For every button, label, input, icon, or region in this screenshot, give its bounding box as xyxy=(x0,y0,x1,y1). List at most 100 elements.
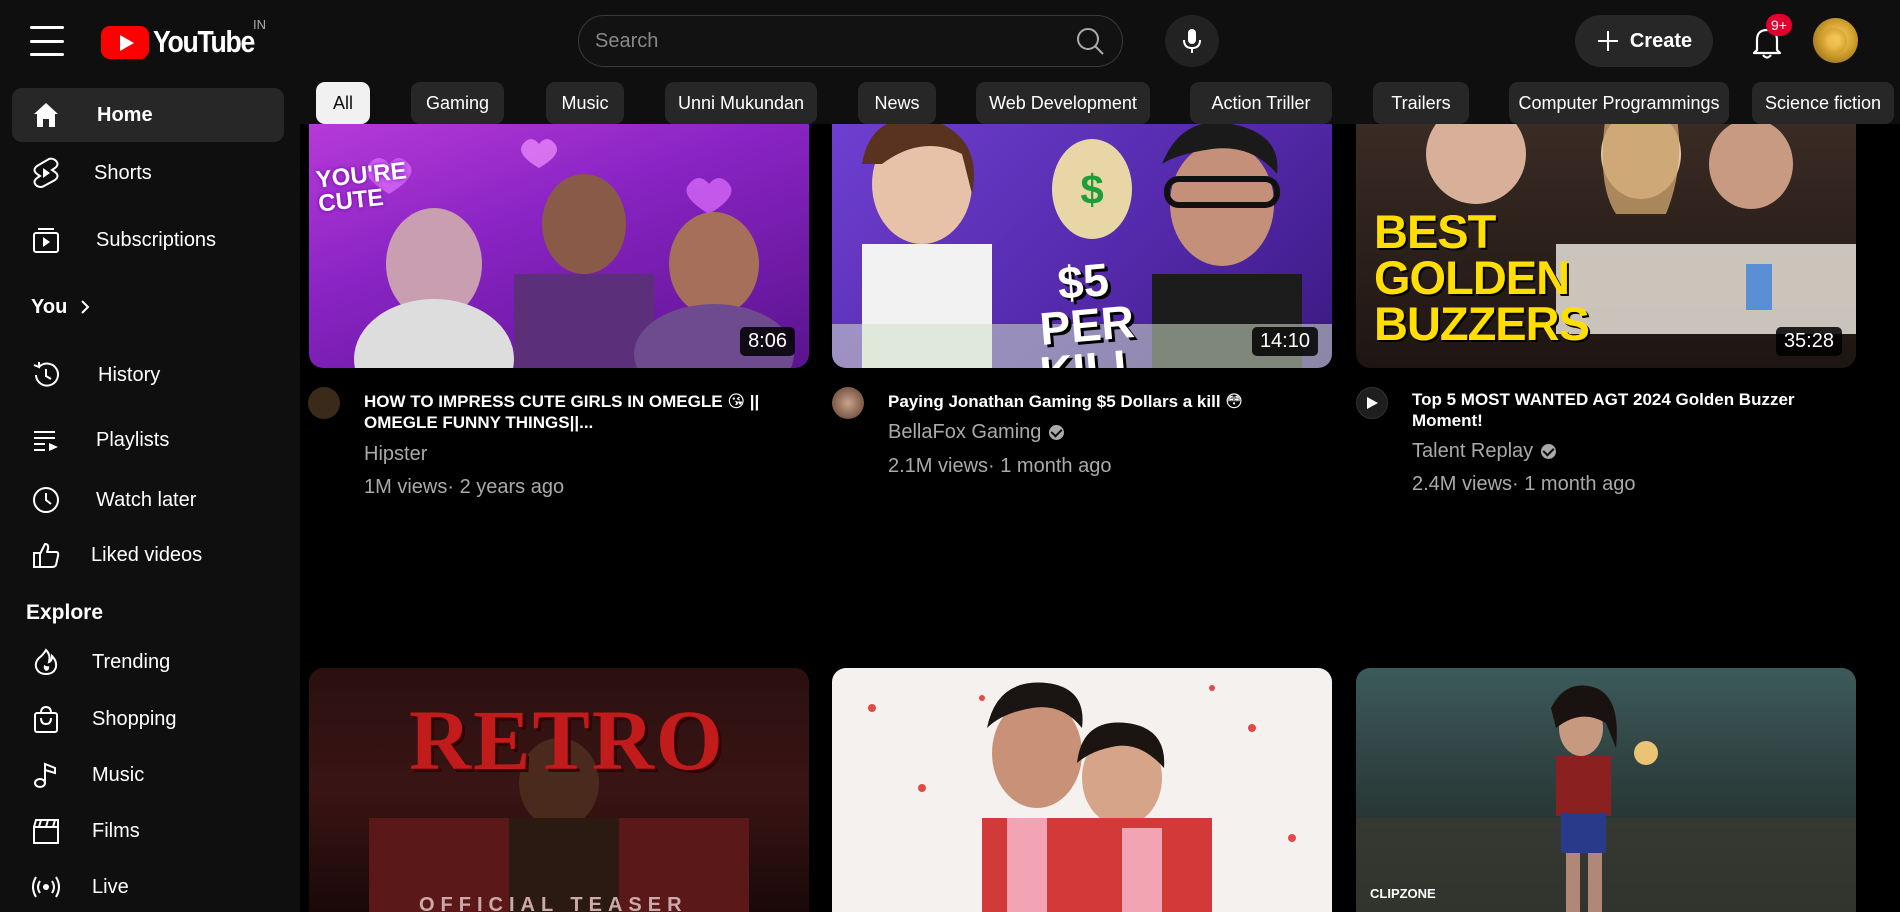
chip-music[interactable]: Music xyxy=(546,82,624,124)
upload-age: 1 month ago xyxy=(1000,455,1112,477)
sidebar-item-label: Subscriptions xyxy=(96,228,217,251)
upload-age: 1 month ago xyxy=(1524,473,1636,495)
channel-name[interactable]: Hipster xyxy=(364,443,427,466)
chip-unni-mukundan[interactable]: Unni Mukundan xyxy=(665,82,817,124)
explore-heading: Explore xyxy=(26,601,104,624)
channel-name[interactable]: Talent Replay xyxy=(1412,440,1557,463)
sidebar-you-header[interactable]: You xyxy=(12,285,132,329)
category-chips-bar: All Gaming Music Unni Mukundan News Web … xyxy=(300,82,1900,124)
sidebar-item-home[interactable]: Home xyxy=(12,88,284,142)
video-duration: 14:10 xyxy=(1251,327,1318,356)
upload-age: 2 years ago xyxy=(459,476,565,498)
sidebar-item-shopping[interactable]: Shopping xyxy=(12,692,284,746)
sidebar-item-liked-videos[interactable]: Liked videos xyxy=(12,528,284,582)
clapperboard-icon xyxy=(30,815,62,847)
sidebar-item-shorts[interactable]: Shorts xyxy=(12,146,284,200)
video-thumbnail[interactable]: BEST GOLDEN BUZZERS 35:28 xyxy=(1356,124,1856,368)
view-count: 2.4M views xyxy=(1412,473,1513,495)
thumbnail-caption: BEST GOLDEN BUZZERS xyxy=(1374,205,1590,350)
top-bar: YouTube IN Create 9+ xyxy=(0,0,1900,82)
video-duration: 35:28 xyxy=(1775,327,1842,356)
video-meta: 2.4M views· 1 month ago xyxy=(1412,473,1636,495)
voice-search-button[interactable] xyxy=(1165,15,1219,67)
trending-icon xyxy=(30,646,62,678)
channel-avatar[interactable] xyxy=(308,387,340,419)
video-thumbnail[interactable]: RETRO OFFICIAL TEASER xyxy=(309,668,809,912)
home-icon xyxy=(30,99,62,131)
sidebar-item-music[interactable]: Music xyxy=(12,748,284,802)
shopping-bag-icon xyxy=(30,703,62,735)
playlists-icon xyxy=(30,424,62,456)
verified-badge-icon xyxy=(1541,444,1557,459)
mic-icon xyxy=(1183,29,1201,53)
subscriptions-icon xyxy=(30,224,62,256)
search-input[interactable] xyxy=(595,29,1074,53)
chip-science-fiction[interactable]: Science fiction xyxy=(1752,82,1894,124)
menu-icon[interactable] xyxy=(30,26,64,56)
thumbnail-caption: $5 PER KILL xyxy=(1037,253,1144,368)
channel-avatar[interactable] xyxy=(832,387,864,419)
chevron-right-icon xyxy=(81,300,90,314)
chip-news[interactable]: News xyxy=(858,82,936,124)
sidebar: Home Shorts Subscriptions You History Pl… xyxy=(0,82,300,912)
channel-name-text: Hipster xyxy=(364,443,428,465)
chip-all[interactable]: All xyxy=(316,82,370,124)
sidebar-item-watch-later[interactable]: Watch later xyxy=(12,473,284,527)
video-thumbnail[interactable] xyxy=(832,668,1332,912)
create-label: Create xyxy=(1629,29,1693,52)
shorts-icon xyxy=(30,157,62,189)
search-box[interactable] xyxy=(578,15,1123,67)
thumbnail-subcaption: OFFICIAL TEASER xyxy=(419,894,688,912)
sidebar-item-films[interactable]: Films xyxy=(12,804,284,858)
create-button[interactable]: Create xyxy=(1575,15,1713,67)
sidebar-item-label: Watch later xyxy=(96,488,197,511)
view-count: 2.1M views xyxy=(888,455,989,477)
music-note-icon xyxy=(30,759,62,791)
search-icon[interactable] xyxy=(1074,25,1106,57)
channel-name[interactable]: BellaFox Gaming xyxy=(888,421,1065,444)
video-thumbnail[interactable]: $ $5 PER KILL 14:10 xyxy=(832,124,1332,368)
video-title[interactable]: Paying Jonathan Gaming $5 Dollars a kill… xyxy=(888,391,1318,412)
channel-name-text: Talent Replay xyxy=(1412,440,1534,462)
sidebar-item-subscriptions[interactable]: Subscriptions xyxy=(12,213,284,267)
sidebar-item-label: Live xyxy=(92,875,129,898)
sidebar-item-label: Shopping xyxy=(92,707,177,730)
svg-text:$: $ xyxy=(1080,166,1103,213)
play-logo-icon xyxy=(1367,397,1378,409)
channel-name-text: BellaFox Gaming xyxy=(888,421,1042,443)
chip-gaming[interactable]: Gaming xyxy=(411,82,504,124)
account-avatar[interactable] xyxy=(1813,18,1858,63)
sidebar-item-history[interactable]: History xyxy=(12,348,284,402)
thumbnail-caption: RETRO xyxy=(409,692,725,788)
sidebar-item-playlists[interactable]: Playlists xyxy=(12,413,284,467)
thumbs-up-icon xyxy=(30,539,62,571)
youtube-play-icon xyxy=(101,25,149,59)
channel-avatar[interactable] xyxy=(1356,387,1388,419)
video-title[interactable]: Top 5 MOST WANTED AGT 2024 Golden Buzzer… xyxy=(1412,389,1852,431)
history-icon xyxy=(30,359,62,391)
youtube-logo[interactable]: YouTube IN xyxy=(101,17,271,61)
chip-web-development[interactable]: Web Development xyxy=(976,82,1150,124)
video-meta: 1M views· 2 years ago xyxy=(364,476,565,498)
sidebar-item-trending[interactable]: Trending xyxy=(12,635,284,689)
sidebar-item-label: Shorts xyxy=(94,161,152,184)
sidebar-item-label: Home xyxy=(97,103,153,126)
region-label: IN xyxy=(253,17,266,32)
live-icon xyxy=(30,871,62,903)
thumbnail-art xyxy=(868,682,1296,912)
logo-text: YouTube xyxy=(153,24,255,59)
sidebar-item-label: Liked videos xyxy=(91,543,203,566)
sidebar-item-live[interactable]: Live xyxy=(12,860,284,912)
watch-later-icon xyxy=(30,484,62,516)
video-title[interactable]: HOW TO IMPRESS CUTE GIRLS IN OMEGLE 😘 ||… xyxy=(364,391,794,433)
notification-badge: 9+ xyxy=(1766,14,1792,36)
chip-action-triller[interactable]: Action Triller xyxy=(1190,82,1332,124)
chip-trailers[interactable]: Trailers xyxy=(1373,82,1469,124)
video-thumbnail[interactable]: YOU'RE CUTE 8:06 xyxy=(309,124,809,368)
video-meta: 2.1M views· 1 month ago xyxy=(888,455,1112,477)
view-count: 1M views xyxy=(364,476,448,498)
video-duration: 8:06 xyxy=(740,327,795,356)
channel-watermark: CLIPZONE xyxy=(1370,886,1436,901)
chip-computer-programmings[interactable]: Computer Programmings xyxy=(1509,82,1729,124)
video-thumbnail[interactable]: CLIPZONE xyxy=(1356,668,1856,912)
